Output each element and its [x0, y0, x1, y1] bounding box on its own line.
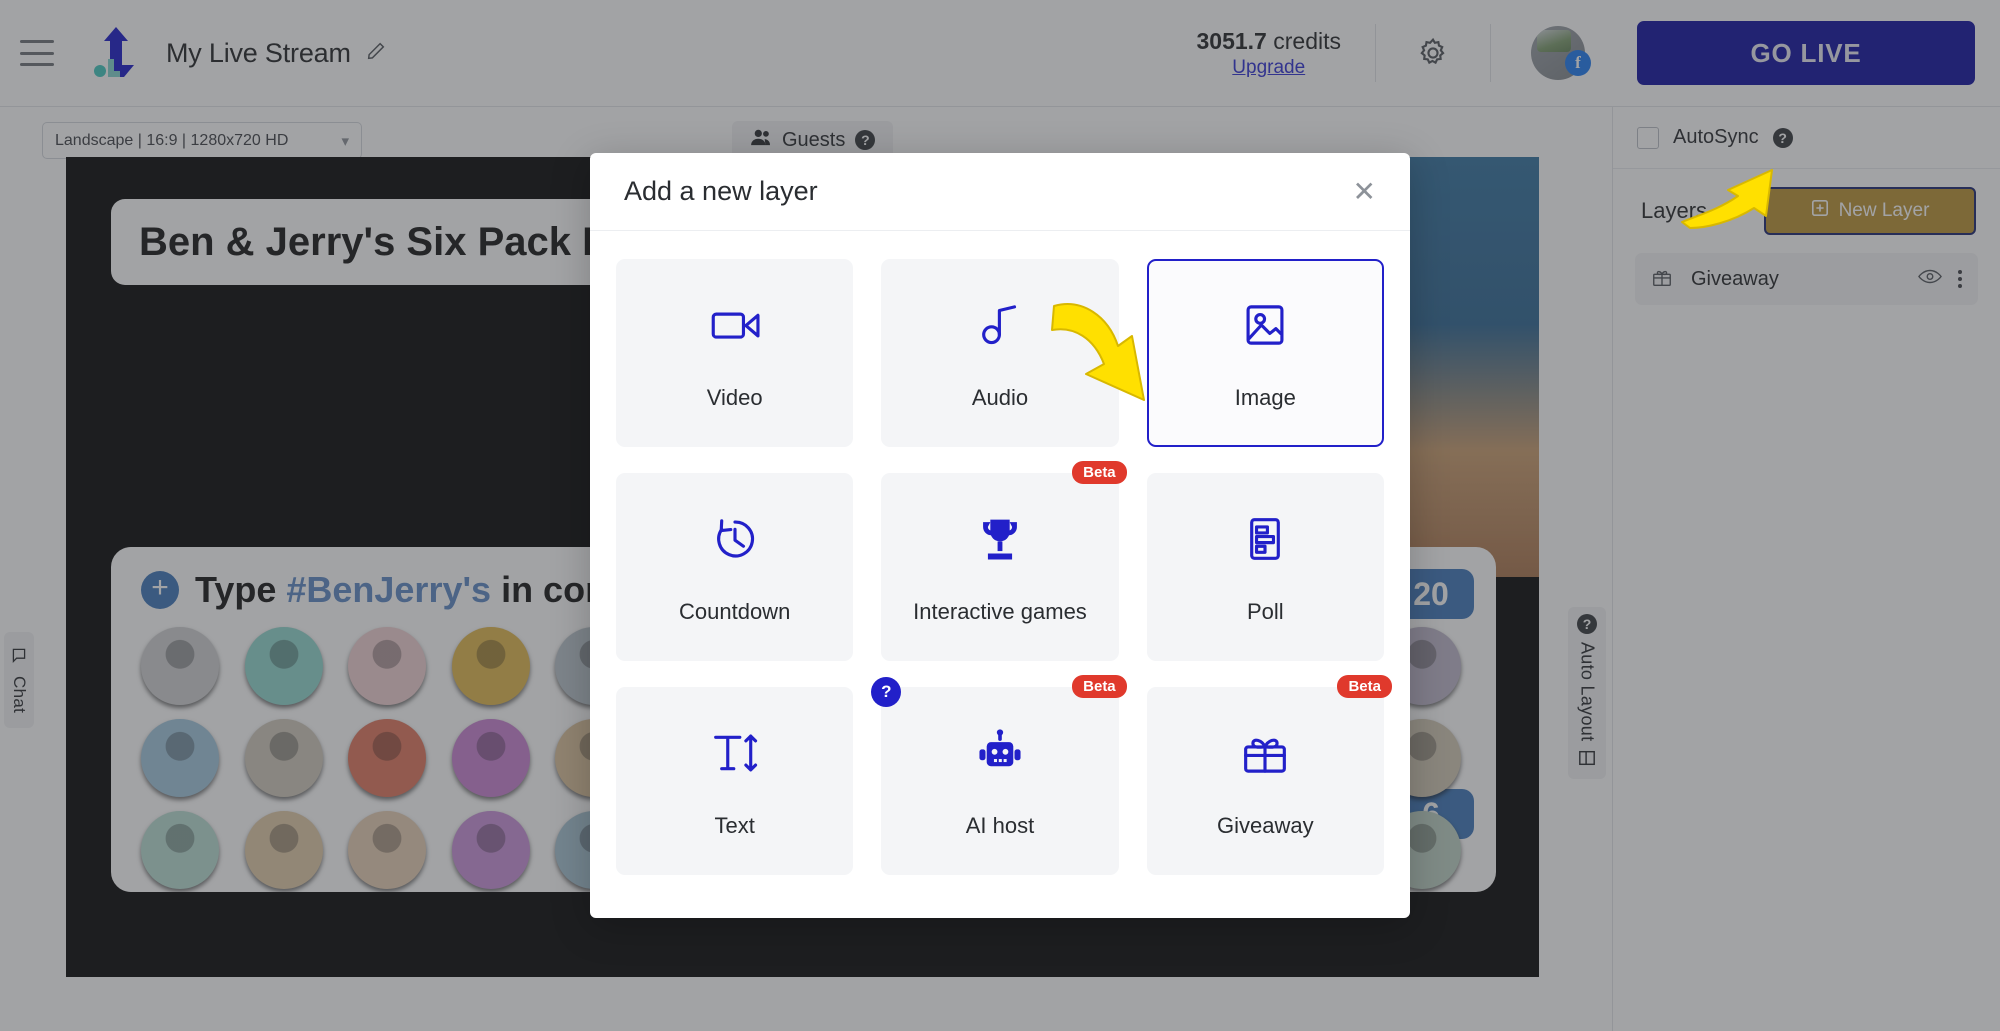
layer-type-label: Countdown: [679, 598, 791, 624]
gift-icon: [1236, 724, 1294, 787]
trophy-icon: [971, 510, 1029, 573]
layer-type-card-text[interactable]: Text: [616, 687, 854, 875]
text-size-icon: [706, 724, 764, 787]
beta-badge: Beta: [1337, 675, 1392, 698]
beta-badge: Beta: [1072, 675, 1127, 698]
layer-type-card-image[interactable]: Image: [1146, 259, 1384, 447]
music-note-icon: [971, 296, 1029, 359]
close-icon[interactable]: ✕: [1353, 177, 1376, 206]
help-icon[interactable]: ?: [871, 677, 902, 707]
modal-header: Add a new layer ✕: [590, 153, 1410, 231]
layer-type-card-ai-host[interactable]: Beta? AI host: [871, 675, 1127, 875]
layer-type-label: Giveaway: [1217, 812, 1314, 838]
layer-type-grid: Video Audio Image Countdown Beta Interactive …: [590, 231, 1410, 905]
layer-type-card-poll[interactable]: Poll: [1146, 473, 1384, 661]
video-camera-icon: [706, 296, 764, 359]
layer-type-label: Video: [706, 384, 763, 410]
layer-type-card-countdown[interactable]: Countdown: [616, 473, 854, 661]
layer-type-card-video[interactable]: Video: [616, 259, 854, 447]
layer-type-label: Poll: [1246, 598, 1284, 624]
beta-badge: Beta: [1072, 461, 1127, 484]
add-layer-modal: Add a new layer ✕ Video Audio Image Countdo…: [590, 153, 1410, 918]
poll-list-icon: [1236, 510, 1294, 573]
robot-icon: [971, 724, 1029, 787]
layer-type-label: AI host: [965, 812, 1035, 838]
layer-type-label: Text: [714, 812, 755, 838]
layer-type-label: Interactive games: [913, 598, 1087, 624]
clock-countdown-icon: [706, 510, 764, 573]
modal-title: Add a new layer: [624, 176, 818, 206]
layer-type-label: Audio: [971, 384, 1029, 410]
layer-type-card-audio[interactable]: Audio: [881, 259, 1119, 447]
layer-type-card-giveaway[interactable]: Beta Giveaway: [1146, 675, 1392, 875]
layer-type-label: Image: [1234, 384, 1296, 410]
layer-type-card-interactive-games[interactable]: Beta Interactive games: [881, 461, 1127, 661]
image-picture-icon: [1236, 296, 1294, 359]
